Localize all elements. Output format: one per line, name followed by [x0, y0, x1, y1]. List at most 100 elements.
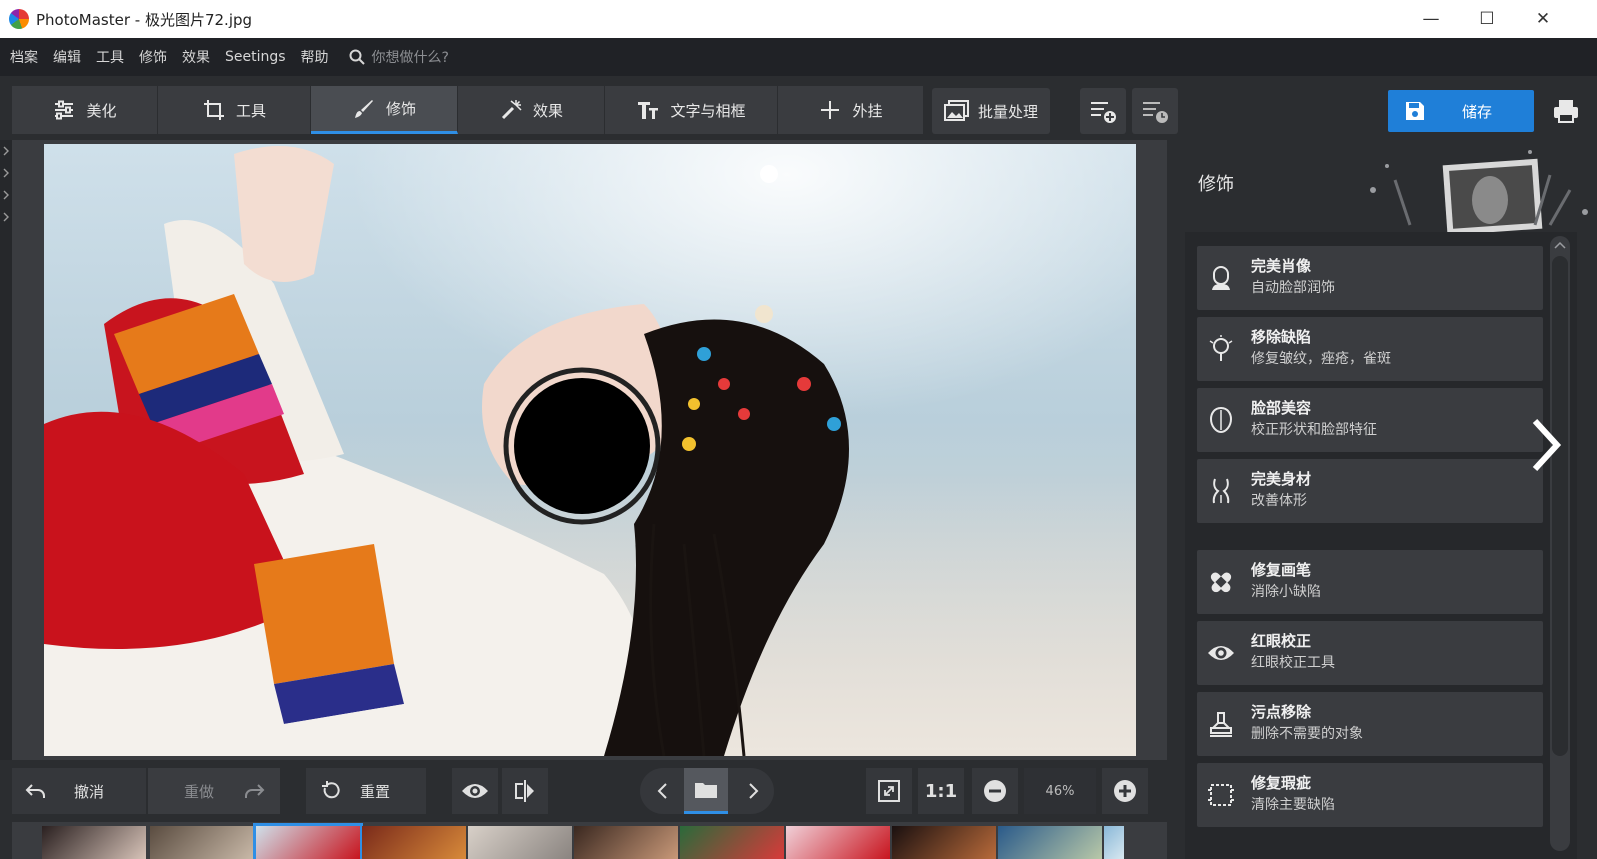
- filmstrip-thumbnail[interactable]: [680, 826, 784, 859]
- reset-button[interactable]: 重置: [306, 768, 426, 814]
- tab-enhance-label: 美化: [86, 101, 117, 120]
- menu-retouch[interactable]: 修饰: [139, 47, 167, 67]
- redo-label: 重做: [184, 782, 215, 801]
- filmstrip-thumbnail[interactable]: [998, 826, 1102, 859]
- preset-history-button[interactable]: [1132, 88, 1178, 134]
- open-folder-button[interactable]: [684, 768, 728, 814]
- scroll-thumb[interactable]: [1552, 256, 1568, 756]
- menu-edit[interactable]: 编辑: [53, 47, 81, 67]
- menu-bar: 档案 编辑 工具 修饰 效果 Seetings 帮助 你想做什么?: [0, 38, 1597, 76]
- tab-tools[interactable]: 工具: [158, 86, 311, 134]
- blemish-icon: [1209, 335, 1233, 361]
- app-logo-icon: [9, 9, 29, 29]
- panel-scrollbar[interactable]: [1550, 236, 1570, 851]
- zoom-out-button[interactable]: [972, 768, 1018, 814]
- tool-remove-blemishes[interactable]: 移除缺陷 修复皱纹，痤疮，雀斑: [1197, 317, 1543, 381]
- undo-icon: [25, 784, 45, 798]
- image-canvas[interactable]: [12, 140, 1167, 760]
- filmstrip-thumbnail[interactable]: [1104, 826, 1124, 859]
- tab-enhance[interactable]: 美化: [12, 86, 158, 134]
- menu-help[interactable]: 帮助: [301, 47, 329, 67]
- menu-tools[interactable]: 工具: [96, 47, 124, 67]
- tool-perfect-body[interactable]: 完美身材 改善体形: [1197, 459, 1543, 523]
- tool-subtitle: 消除小缺陷: [1251, 584, 1321, 600]
- filmstrip: [12, 822, 1167, 859]
- filmstrip-thumbnail-selected[interactable]: [253, 823, 363, 859]
- search-icon[interactable]: [348, 48, 366, 66]
- filmstrip-thumbnail[interactable]: [468, 826, 572, 859]
- bottom-toolbar: 撤消 重做 重置 1:1 46%: [0, 760, 1175, 822]
- menu-settings[interactable]: Seetings: [225, 49, 286, 65]
- tab-plugins-label: 外挂: [852, 101, 883, 120]
- tool-red-eye[interactable]: 红眼校正 红眼校正工具: [1197, 621, 1543, 685]
- next-image-icon[interactable]: [746, 781, 760, 801]
- zoom-in-button[interactable]: [1102, 768, 1148, 814]
- tab-tools-label: 工具: [235, 101, 266, 120]
- panel-title: 修饰: [1198, 174, 1234, 195]
- tab-text-frames-label: 文字与相框: [670, 101, 746, 120]
- search-input[interactable]: 你想做什么?: [372, 47, 449, 67]
- tool-perfect-portrait[interactable]: 完美肖像 自动脸部润饰: [1197, 246, 1543, 310]
- actual-size-button[interactable]: 1:1: [918, 768, 964, 814]
- zoom-in-icon: [1114, 780, 1136, 802]
- expand-chevrons-icon[interactable]: [1, 144, 11, 224]
- retouch-tools-list: 完美肖像 自动脸部润饰 移除缺陷 修复皱纹，痤疮，雀斑 脸部美容 校正形状和脸部…: [1185, 232, 1577, 859]
- folder-icon: [695, 782, 717, 798]
- tool-face-sculpt[interactable]: 脸部美容 校正形状和脸部特征: [1197, 388, 1543, 452]
- sliders-clock-icon: [1143, 102, 1168, 123]
- redo-button[interactable]: 重做: [148, 768, 280, 814]
- tab-text-frames[interactable]: 文字与相框: [605, 86, 778, 134]
- filmstrip-thumbnail[interactable]: [42, 826, 146, 859]
- tool-subtitle: 删除不需要的对象: [1251, 726, 1363, 742]
- print-button[interactable]: [1543, 88, 1589, 134]
- face-shape-icon: [1209, 406, 1233, 434]
- undo-button[interactable]: 撤消: [12, 768, 146, 814]
- tool-subtitle: 改善体形: [1251, 493, 1307, 509]
- minimize-button[interactable]: —: [1403, 0, 1459, 38]
- panel-header-illustration: [1370, 150, 1588, 232]
- tool-title: 移除缺陷: [1251, 328, 1312, 346]
- filmstrip-thumbnail[interactable]: [892, 826, 996, 859]
- tool-title: 修复瑕疵: [1251, 774, 1312, 792]
- retouch-panel: 修饰 完美肖像 自动脸部润饰 移除缺陷 修复皱纹，痤疮，雀斑 脸部美容 校正形状…: [1175, 140, 1597, 859]
- zoom-level[interactable]: 46%: [1024, 768, 1096, 814]
- preview-eye-button[interactable]: [452, 768, 498, 814]
- tool-fix-defects[interactable]: 修复瑕疵 清除主要缺陷: [1197, 763, 1543, 827]
- menu-file[interactable]: 档案: [10, 47, 38, 67]
- tab-effects[interactable]: 效果: [458, 86, 605, 134]
- text-icon: [638, 102, 659, 119]
- title-bar: PhotoMaster - 极光图片72.jpg — ☐ ✕: [0, 0, 1597, 38]
- close-button[interactable]: ✕: [1515, 0, 1571, 38]
- filmstrip-thumbnail[interactable]: [574, 826, 678, 859]
- brush-icon: [354, 99, 373, 118]
- panel-header: 修饰: [1175, 140, 1597, 232]
- bandage-icon: [1210, 572, 1232, 593]
- menu-effects[interactable]: 效果: [182, 47, 210, 67]
- batch-process-button[interactable]: 批量处理: [932, 88, 1050, 134]
- tab-plugins[interactable]: 外挂: [778, 86, 924, 134]
- body-icon: [1212, 478, 1230, 504]
- tab-retouch-label: 修饰: [385, 100, 416, 118]
- add-preset-button[interactable]: [1080, 88, 1126, 134]
- undo-label: 撤消: [74, 782, 105, 801]
- previous-image-icon[interactable]: [656, 781, 670, 801]
- image-navigator: [640, 768, 774, 814]
- crop-icon: [203, 100, 224, 120]
- save-button[interactable]: 储存: [1388, 90, 1534, 132]
- filmstrip-thumbnail[interactable]: [362, 826, 466, 859]
- tool-subtitle: 自动脸部润饰: [1251, 280, 1335, 296]
- compare-button[interactable]: [502, 768, 548, 814]
- fit-screen-button[interactable]: [866, 768, 912, 814]
- maximize-button[interactable]: ☐: [1459, 0, 1515, 38]
- tab-retouch[interactable]: 修饰: [311, 86, 458, 134]
- scroll-up-icon[interactable]: [1550, 238, 1570, 254]
- tool-healing-brush[interactable]: 修复画笔 消除小缺陷: [1197, 550, 1543, 614]
- printer-icon: [1554, 100, 1578, 123]
- redo-icon: [245, 784, 265, 798]
- window-title: PhotoMaster - 极光图片72.jpg: [36, 10, 253, 29]
- filmstrip-thumbnail[interactable]: [786, 826, 890, 859]
- photo-preview[interactable]: [44, 144, 1136, 756]
- panel-next-chevron-icon[interactable]: [1525, 415, 1565, 475]
- tool-spot-removal[interactable]: 污点移除 删除不需要的对象: [1197, 692, 1543, 756]
- filmstrip-thumbnail[interactable]: [150, 826, 254, 859]
